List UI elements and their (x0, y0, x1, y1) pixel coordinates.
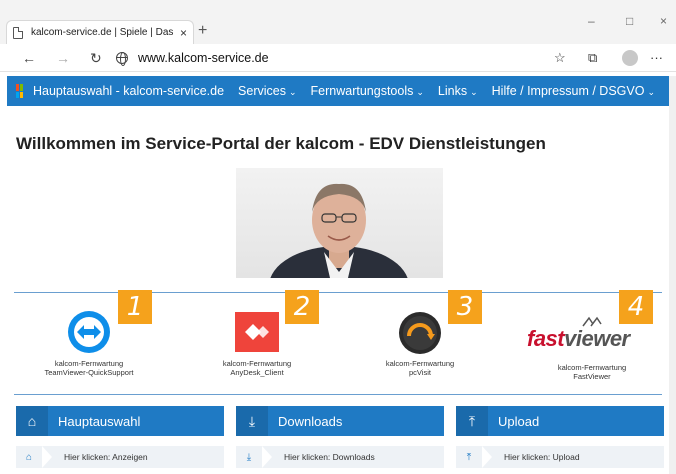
pcvisit-caption[interactable]: kalcom-Fernwartung pcVisit (340, 359, 500, 377)
maximize-button[interactable]: □ (626, 14, 633, 28)
number-badge-3: 3 (448, 290, 482, 324)
divider-top (14, 292, 662, 293)
home-icon: ⌂ (16, 406, 48, 436)
chevron-down-icon: ⌄ (647, 87, 655, 97)
nav-fernwartungstools[interactable]: Fernwartungstools ⌄ (311, 84, 424, 98)
browser-window: kalcom-service.de | Spiele | Das S × + –… (0, 0, 676, 474)
collections-icon[interactable]: ⧉ (588, 50, 597, 66)
panel-downloads[interactable]: ⤓ Downloads (236, 406, 444, 436)
upload-icon: ⤒ (466, 451, 472, 463)
portrait-photo (236, 168, 443, 278)
tab-close-icon[interactable]: × (180, 26, 187, 40)
number-badge-2: 2 (285, 290, 319, 324)
fastviewer-logo[interactable]: fastviewer (527, 312, 651, 356)
chevron-down-icon: ⌄ (470, 87, 478, 97)
back-button[interactable]: ← (22, 50, 36, 66)
address-bar-row: ← → ↻ www.kalcom-service.de ☆ ⧉ ··· (0, 44, 676, 72)
browser-tab[interactable]: kalcom-service.de | Spiele | Das S × (6, 20, 194, 44)
panel-hauptauswahl[interactable]: ⌂ Hauptauswahl (16, 406, 224, 436)
anydesk-caption[interactable]: kalcom-Fernwartung AnyDesk_Client (177, 359, 337, 377)
nav-hauptauswahl[interactable]: Hauptauswahl - kalcom-service.de (33, 84, 224, 98)
nav-links[interactable]: Links ⌄ (438, 84, 478, 98)
teamviewer-caption[interactable]: kalcom-Fernwartung TeamViewer-QuickSuppor… (9, 359, 169, 377)
number-badge-1: 1 (118, 290, 152, 324)
favorites-icon[interactable]: ☆ (554, 50, 566, 66)
globe-icon (116, 52, 128, 66)
download-icon: ⤓ (246, 451, 252, 463)
fastviewer-caption[interactable]: kalcom-Fernwartung FastViewer (512, 363, 672, 381)
chevron-down-icon: ⌄ (288, 87, 297, 97)
page-content: Willkommen im Service-Portal der kalcom … (7, 106, 669, 474)
address-bar[interactable]: www.kalcom-service.de (116, 48, 536, 68)
download-icon: ⤓ (236, 406, 268, 436)
crumb-upload[interactable]: ⤒ Hier klicken: Upload (456, 446, 664, 468)
nav-services[interactable]: Services ⌄ (238, 84, 296, 98)
crumb-downloads[interactable]: ⤓ Hier klicken: Downloads (236, 446, 444, 468)
new-tab-button[interactable]: + (198, 22, 207, 40)
site-navbar: Hauptauswahl - kalcom-service.de Service… (7, 76, 669, 106)
crumb-anzeigen[interactable]: ⌂ Hier klicken: Anzeigen (16, 446, 224, 468)
refresh-button[interactable]: ↻ (90, 50, 102, 67)
anydesk-icon[interactable] (235, 312, 279, 352)
windows-logo-icon (16, 84, 23, 98)
more-menu-button[interactable]: ··· (650, 50, 663, 65)
panel-upload[interactable]: ⤒ Upload (456, 406, 664, 436)
chevron-down-icon: ⌄ (416, 87, 424, 97)
pcvisit-icon[interactable] (399, 312, 441, 354)
tab-title: kalcom-service.de | Spiele | Das S (30, 27, 176, 38)
teamviewer-icon[interactable] (68, 311, 110, 353)
url-text[interactable]: www.kalcom-service.de (138, 51, 269, 65)
nav-hilfe-impressum[interactable]: Hilfe / Impressum / DSGVO ⌄ (492, 84, 655, 98)
tab-strip: kalcom-service.de | Spiele | Das S × + –… (0, 0, 676, 44)
home-icon: ⌂ (25, 451, 33, 463)
divider-bottom (14, 394, 662, 395)
page-icon (13, 26, 23, 39)
page-scrollbar[interactable] (669, 76, 676, 474)
close-window-button[interactable]: × (660, 14, 667, 28)
profile-avatar[interactable] (622, 50, 638, 66)
minimize-button[interactable]: – (588, 14, 595, 28)
page-title: Willkommen im Service-Portal der kalcom … (16, 134, 546, 153)
upload-icon: ⤒ (456, 406, 488, 436)
forward-button[interactable]: → (56, 50, 70, 66)
